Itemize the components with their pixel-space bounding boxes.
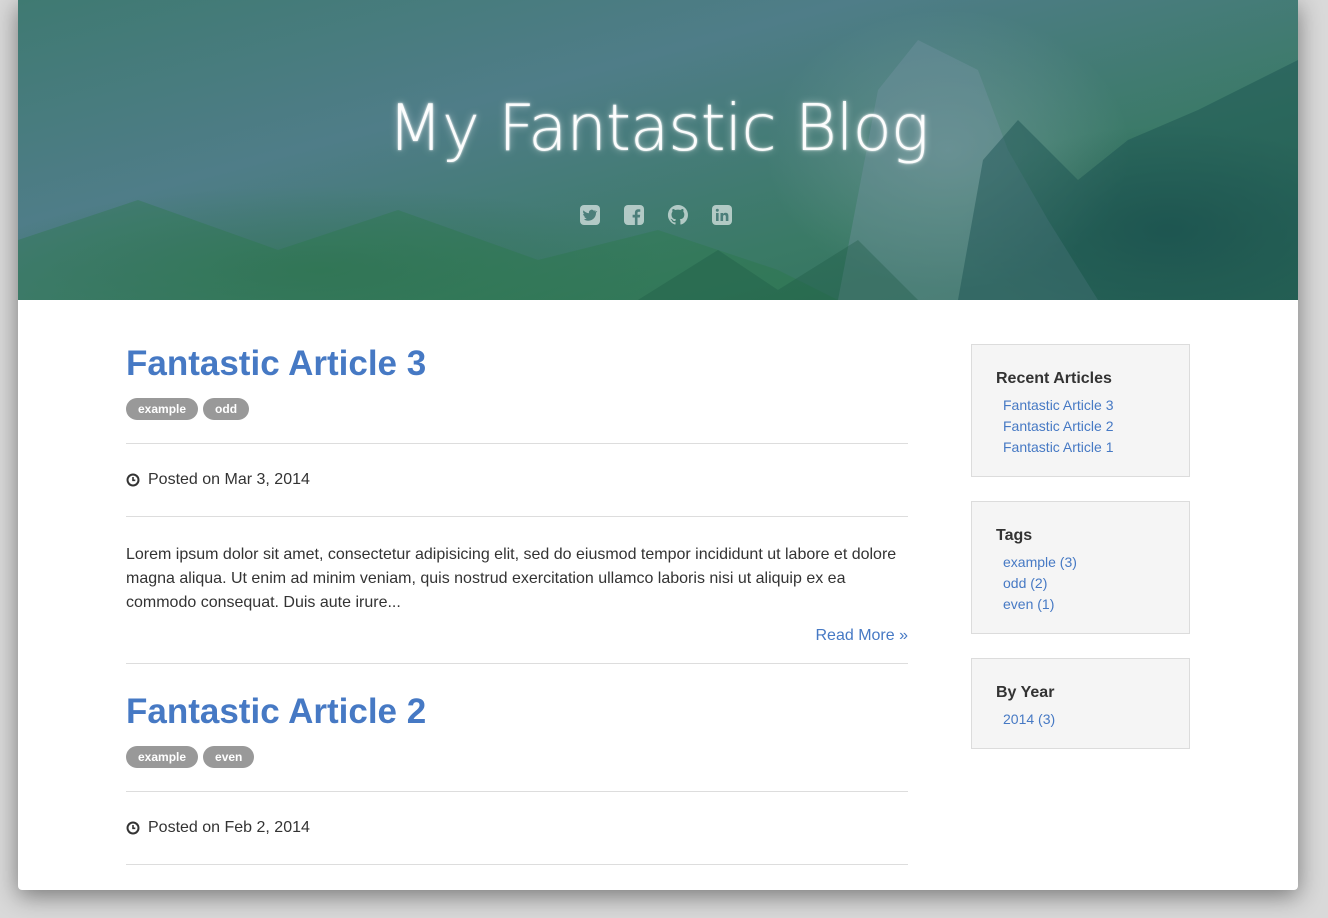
post-date: Posted on Mar 3, 2014 <box>126 444 908 516</box>
divider <box>126 516 908 517</box>
tag-badge[interactable]: odd <box>203 398 250 420</box>
tag-badge[interactable]: even <box>203 746 255 768</box>
post-date: Posted on Feb 2, 2014 <box>126 792 908 864</box>
tag-badge[interactable]: example <box>126 398 199 420</box>
recent-article-link[interactable]: Fantastic Article 1 <box>1003 439 1114 455</box>
article-title-link[interactable]: Fantastic Article 2 <box>126 692 908 732</box>
linkedin-icon[interactable] <box>710 203 734 227</box>
tag-link[interactable]: example (3) <box>1003 554 1077 570</box>
browser-page: My Fantastic Blog Fantastic Article 3 ex… <box>18 0 1298 890</box>
year-link[interactable]: 2014 (3) <box>1003 711 1055 727</box>
clock-icon <box>126 821 140 835</box>
facebook-icon[interactable] <box>622 203 646 227</box>
article-list: Fantastic Article 3 example odd Posted o… <box>126 300 908 865</box>
clock-icon <box>126 473 140 487</box>
twitter-icon[interactable] <box>578 203 602 227</box>
hero-banner: My Fantastic Blog <box>18 0 1298 300</box>
tag-link[interactable]: even (1) <box>1003 596 1054 612</box>
recent-article-link[interactable]: Fantastic Article 3 <box>1003 397 1114 413</box>
tag-badge[interactable]: example <box>126 746 199 768</box>
site-title[interactable]: My Fantastic Blog <box>18 92 1298 166</box>
post-date-text: Posted on Feb 2, 2014 <box>148 819 310 836</box>
divider <box>126 663 908 664</box>
article-card: Fantastic Article 3 example odd Posted o… <box>126 344 908 664</box>
panel-heading: Recent Articles <box>996 370 1112 387</box>
article-tags: example odd <box>126 398 908 420</box>
divider <box>126 864 908 865</box>
panel-heading: By Year <box>996 684 1055 701</box>
read-more-link[interactable]: Read More » <box>126 627 909 651</box>
article-excerpt: Lorem ipsum dolor sit amet, consectetur … <box>126 546 897 611</box>
github-icon[interactable] <box>666 203 690 227</box>
panel-heading: Tags <box>996 527 1033 544</box>
sidebar: Recent Articles Fantastic Article 3 Fant… <box>971 344 1190 773</box>
tags-panel: Tags example (3) odd (2) even (1) <box>971 501 1190 634</box>
article-title-link[interactable]: Fantastic Article 3 <box>126 344 908 384</box>
social-links <box>578 203 734 227</box>
tag-link[interactable]: odd (2) <box>1003 575 1047 591</box>
recent-article-link[interactable]: Fantastic Article 2 <box>1003 418 1114 434</box>
post-date-text: Posted on Mar 3, 2014 <box>148 471 310 488</box>
recent-articles-panel: Recent Articles Fantastic Article 3 Fant… <box>971 344 1190 477</box>
by-year-panel: By Year 2014 (3) <box>971 658 1190 749</box>
article-tags: example even <box>126 746 908 768</box>
article-card: Fantastic Article 2 example even Posted … <box>126 692 908 865</box>
